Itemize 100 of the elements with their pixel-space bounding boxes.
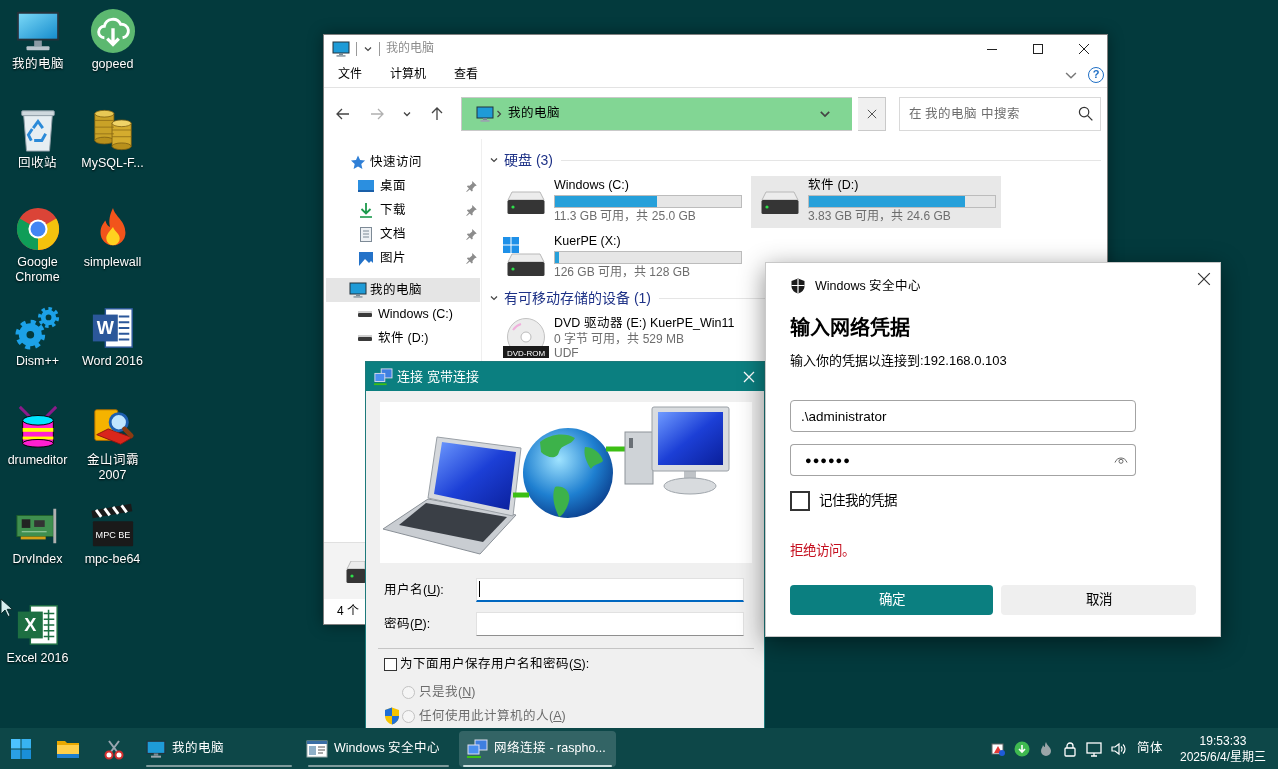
clock-time[interactable]: 19:53:33 [1199, 732, 1247, 749]
monitor-icon [349, 281, 367, 299]
volume-icon[interactable] [1109, 740, 1126, 757]
browser-icon[interactable] [14, 206, 61, 252]
drive-name: 软件 (D:) [808, 178, 860, 193]
input-method-indicator[interactable]: 简体 [1136, 741, 1163, 756]
nav-item[interactable]: 桌面 [326, 174, 480, 198]
chevron-down-icon[interactable] [489, 293, 499, 303]
shortcut-label[interactable]: Excel 2016 [6, 651, 69, 666]
checkbox-label[interactable]: 记住我的凭据 [819, 492, 897, 510]
group-header[interactable]: 有可移动存储的设备 (1) [504, 289, 651, 307]
connection-line [606, 446, 625, 452]
drive-space-text: 0 字节 可用，共 529 MB [554, 332, 686, 347]
drive-space-text: 126 GB 可用，共 128 GB [554, 265, 692, 280]
window-icon [306, 739, 328, 758]
document-icon [357, 225, 375, 243]
shortcut-label[interactable]: mpc-be64 [84, 552, 141, 567]
dialog-title: 连接 宽带连接 [397, 368, 479, 385]
shortcut-label[interactable]: Google Chrome [1, 255, 74, 285]
taskbar-button[interactable]: Windows 安全中心 [302, 730, 457, 767]
picture-icon [357, 249, 375, 267]
nav-item[interactable]: 图片 [326, 246, 480, 270]
ribbon-tab[interactable]: 计算机 [376, 62, 440, 87]
drive-space-text: 3.83 GB 可用，共 24.6 GB [808, 209, 952, 224]
nav-item[interactable]: 文档 [326, 222, 480, 246]
nav-item[interactable]: 我的电脑 [326, 278, 480, 302]
checkbox[interactable] [790, 491, 810, 511]
shield-icon [790, 278, 806, 294]
drive-tile[interactable]: Windows (C:) 11.3 GB 可用，共 25.0 GB [497, 176, 747, 228]
item-count-text: 4 个 [337, 603, 359, 619]
ribbon-tab[interactable]: 文件 [324, 62, 376, 87]
clock-date[interactable]: 2025/6/4/星期三 [1179, 748, 1266, 765]
drive-name: Windows (C:) [554, 178, 630, 193]
network-computers-icon [466, 738, 488, 759]
network-computers-icon [373, 367, 393, 386]
drive-tile[interactable]: 软件 (D:) 3.83 GB 可用，共 24.6 GB [751, 176, 1001, 228]
chevron-right-icon[interactable] [494, 108, 504, 119]
gears-icon[interactable] [14, 305, 61, 351]
taskbar-button[interactable]: 我的电脑 [140, 730, 300, 767]
nav-item[interactable]: Windows (C:) [326, 302, 480, 326]
shortcut-label[interactable]: DrvIndex [12, 552, 63, 567]
drive-space-text: 11.3 GB 可用，共 25.0 GB [554, 209, 697, 224]
field-label: 用户名(U): [384, 582, 445, 598]
shortcut-label[interactable]: simplewall [83, 255, 142, 270]
shortcut-label[interactable]: 回收站 [18, 156, 57, 171]
close-icon[interactable] [1197, 272, 1211, 286]
connection-line [513, 492, 529, 498]
cancel-button[interactable]: 取消 [1001, 585, 1196, 615]
lock-icon[interactable] [1061, 740, 1078, 757]
app-name: Windows 安全中心 [815, 278, 922, 294]
shortcut-label[interactable]: Dism++ [15, 354, 60, 369]
drive-tile[interactable]: DVD-ROM DVD 驱动器 (E:) KuerPE_Win11 0 字节 可用，共 529 MB UDF [497, 314, 747, 360]
field-label: 密码(P): [384, 616, 432, 632]
shortcut-label[interactable]: Word 2016 [82, 354, 143, 369]
file-system-text: UDF [554, 347, 580, 360]
start-icon[interactable] [10, 737, 32, 760]
monitor-icon [146, 739, 166, 758]
error-message: 拒绝访问。 [790, 543, 856, 559]
monitor-icon [476, 105, 494, 122]
checkbox-label[interactable]: 为下面用户保存用户名和密码(S): [400, 656, 590, 672]
tray-app-icon[interactable] [989, 740, 1006, 757]
checkbox[interactable] [384, 657, 397, 671]
maximize-icon[interactable] [1033, 43, 1043, 54]
monitor-icon[interactable] [332, 40, 350, 57]
cloud-download-icon[interactable] [89, 8, 136, 54]
window-title: 我的电脑 [386, 41, 434, 56]
drive-name: DVD 驱动器 (E:) KuerPE_Win11 [554, 316, 736, 331]
dialog-heading: 输入网络凭据 [790, 317, 911, 339]
download-arrow-icon [357, 201, 375, 219]
drive-icon [358, 311, 372, 317]
nav-item[interactable]: 软件 (D:) [326, 326, 480, 350]
input-field[interactable] [476, 578, 744, 602]
desktop-icon [357, 177, 375, 195]
breadcrumb-item[interactable]: 我的电脑 [508, 106, 560, 121]
shortcut-label[interactable]: MySQL-F... [81, 156, 144, 171]
address-bar[interactable]: 我的电脑 [461, 96, 852, 131]
shortcut-label[interactable]: 金山词霸 2007 [76, 453, 149, 483]
drive-name: KuerPE (X:) [554, 234, 622, 249]
taskbar-button[interactable]: 网络连接 - raspho... [459, 730, 616, 767]
close-icon[interactable] [866, 108, 877, 119]
shortcut-label[interactable]: 我的电脑 [11, 57, 64, 72]
dialog-message: 输入你的凭据以连接到:192.168.0.103 [790, 353, 1008, 369]
shortcut-label[interactable]: drumeditor [7, 453, 68, 468]
username-field[interactable]: .\administrator [790, 400, 1136, 432]
drive-icon [358, 335, 372, 341]
up-arrow-icon[interactable] [429, 105, 445, 122]
text-cursor-icon [479, 581, 480, 597]
input-field[interactable] [476, 612, 744, 636]
nav-item[interactable]: 下载 [326, 198, 480, 222]
chevron-down-icon[interactable] [489, 155, 499, 165]
shortcut-label[interactable]: gopeed [91, 57, 134, 72]
monitor-icon[interactable] [1085, 740, 1102, 757]
ok-button[interactable]: 确定 [790, 585, 993, 615]
mouse-pointer-icon [0, 598, 13, 618]
ribbon-tab[interactable]: 查看 [440, 62, 492, 87]
nav-item[interactable]: 快速访问 [326, 150, 480, 174]
download-icon[interactable] [1013, 740, 1030, 757]
group-header[interactable]: 硬盘 (3) [504, 151, 553, 169]
close-icon[interactable] [1079, 43, 1089, 54]
drive-tile[interactable]: KuerPE (X:) 126 GB 可用，共 128 GB [497, 232, 747, 284]
